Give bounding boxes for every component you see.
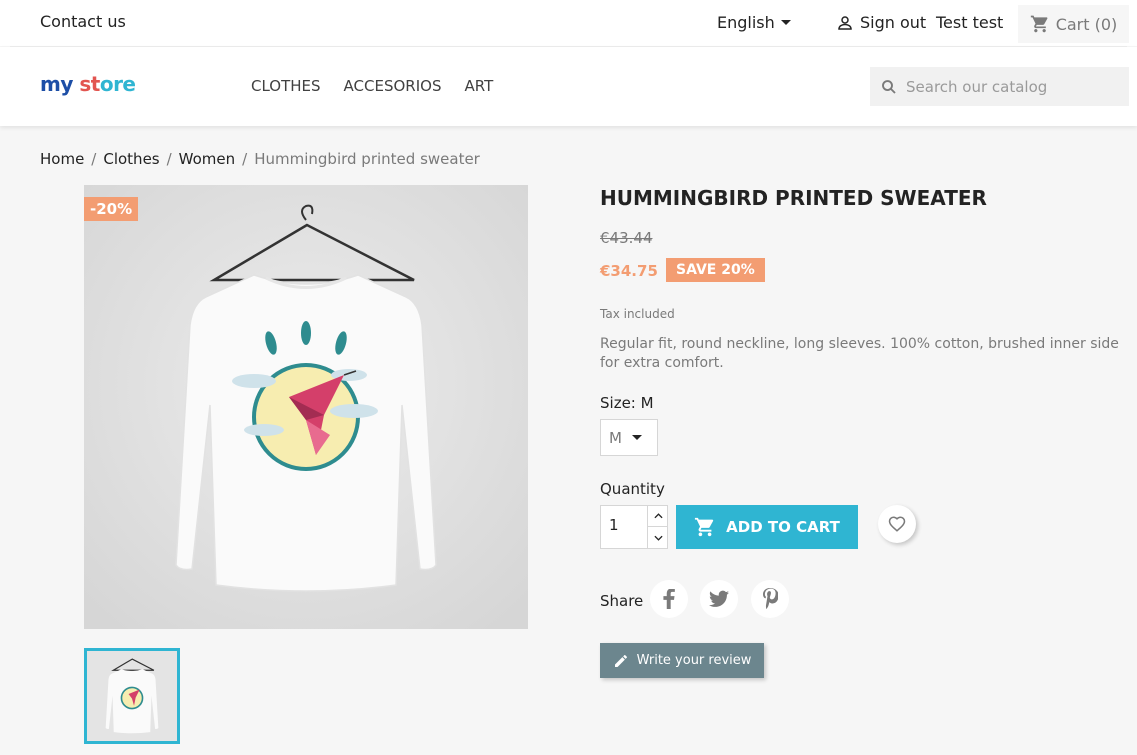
- share-twitter-button[interactable]: [700, 580, 738, 618]
- discount-badge: -20%: [84, 197, 139, 221]
- add-to-cart-label: ADD TO CART: [726, 518, 840, 536]
- breadcrumb-separator: /: [166, 150, 172, 168]
- facebook-icon: [663, 589, 675, 609]
- chevron-up-icon: [653, 513, 663, 519]
- category-menu: CLOTHES ACCESORIOS ART: [251, 77, 493, 95]
- cart-icon: [1030, 15, 1048, 33]
- account-link[interactable]: Test test: [936, 13, 1003, 32]
- write-review-label: Write your review: [636, 653, 752, 668]
- quantity-input[interactable]: [609, 516, 645, 534]
- chevron-down-icon: [653, 535, 663, 541]
- language-label: English: [717, 13, 775, 32]
- twitter-icon: [709, 590, 729, 607]
- main-nav: my store CLOTHES ACCESORIOS ART: [0, 47, 1137, 126]
- search-icon[interactable]: [880, 78, 898, 96]
- product-main-image[interactable]: [84, 185, 528, 629]
- product-description: Regular fit, round neckline, long sleeve…: [600, 336, 1119, 371]
- quantity-stepper: [600, 505, 668, 549]
- tax-label: Tax included: [600, 307, 675, 321]
- product-title: HUMMINGBIRD PRINTED SWEATER: [600, 186, 987, 210]
- breadcrumb-clothes[interactable]: Clothes: [103, 150, 159, 168]
- caret-down-icon: [780, 20, 791, 25]
- save-badge: SAVE 20%: [666, 258, 765, 282]
- pencil-icon: [614, 654, 627, 667]
- cart-button[interactable]: Cart (0): [1018, 5, 1129, 43]
- cart-icon: [695, 517, 714, 537]
- logo-text-my: my: [40, 72, 73, 96]
- menu-item-art[interactable]: ART: [464, 77, 493, 95]
- logo-text-ore: ore: [99, 72, 136, 96]
- breadcrumb-home[interactable]: Home: [40, 150, 84, 168]
- contact-us-link[interactable]: Contact us: [40, 12, 126, 31]
- thumbnail-illustration: [87, 651, 177, 741]
- cart-label: Cart (0): [1055, 14, 1118, 34]
- logo-text-st: st: [79, 72, 100, 96]
- top-bar: Contact us English Sign out Test test Ca…: [0, 0, 1137, 46]
- language-selector[interactable]: English: [717, 13, 791, 32]
- search-box: [870, 67, 1129, 106]
- menu-item-clothes[interactable]: CLOTHES: [251, 77, 321, 95]
- breadcrumb-women[interactable]: Women: [179, 150, 235, 168]
- size-selected-value: M: [609, 428, 622, 447]
- share-pinterest-button[interactable]: [751, 580, 789, 618]
- share-facebook-button[interactable]: [650, 580, 688, 618]
- breadcrumb: Home / Clothes / Women / Hummingbird pri…: [40, 150, 480, 168]
- add-to-cart-button[interactable]: ADD TO CART: [676, 505, 858, 549]
- wishlist-button[interactable]: [878, 505, 916, 543]
- quantity-label: Quantity: [600, 480, 665, 498]
- sign-out-link[interactable]: Sign out: [836, 13, 926, 32]
- user-icon: [838, 15, 852, 30]
- breadcrumb-separator: /: [242, 150, 248, 168]
- sign-out-label: Sign out: [860, 13, 927, 32]
- pinterest-icon: [763, 588, 778, 609]
- current-price: €34.75: [600, 262, 658, 280]
- menu-item-accesorios[interactable]: ACCESORIOS: [344, 77, 442, 95]
- size-select[interactable]: M: [600, 419, 658, 456]
- quantity-decrease-button[interactable]: [647, 527, 668, 548]
- product-thumbnail[interactable]: [84, 648, 180, 744]
- caret-down-icon: [631, 435, 642, 440]
- breadcrumb-current: Hummingbird printed sweater: [254, 150, 480, 168]
- breadcrumb-separator: /: [91, 150, 97, 168]
- share-label: Share: [600, 592, 644, 610]
- heart-icon: [888, 516, 906, 532]
- sweater-illustration: [84, 185, 528, 629]
- quantity-increase-button[interactable]: [647, 506, 668, 527]
- size-label: Size: M: [600, 394, 654, 412]
- search-input[interactable]: [906, 77, 1116, 96]
- regular-price: €43.44: [600, 229, 653, 247]
- store-logo[interactable]: my store: [40, 72, 136, 96]
- write-review-button[interactable]: Write your review: [600, 643, 764, 678]
